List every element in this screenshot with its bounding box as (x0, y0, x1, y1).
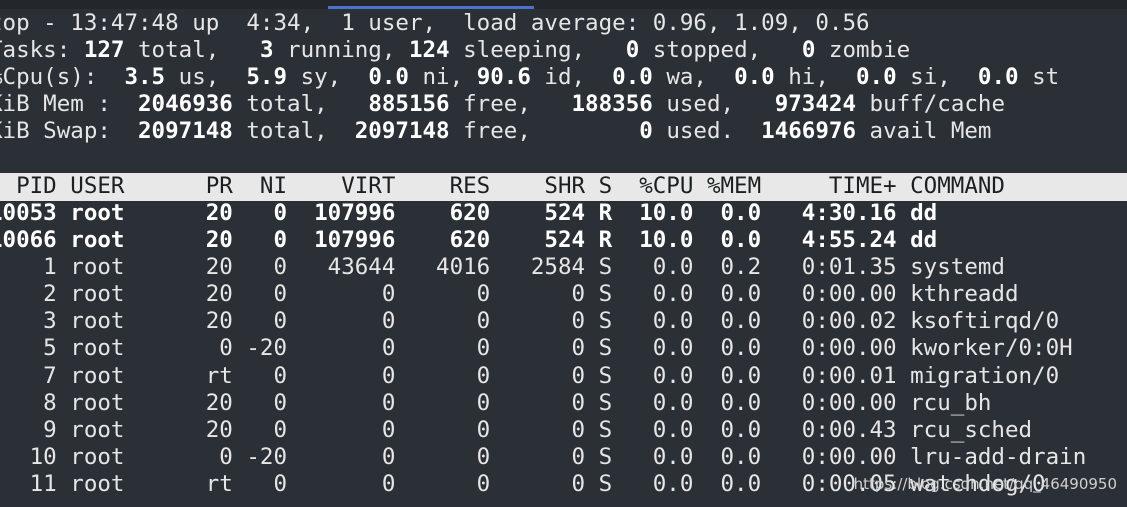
process-row[interactable]: 2 root 20 0 0 0 0 S 0.0 0.0 0:00.00 kthr… (0, 281, 1018, 308)
watermark-url: https://blog.csdn.net/qq_46490950 (853, 474, 1117, 493)
process-row[interactable]: 10 root 0 -20 0 0 0 S 0.0 0.0 0:00.00 lr… (0, 444, 1087, 471)
summary-tasks-line: Tasks: 127 total, 3 running, 124 sleepin… (0, 37, 911, 63)
clock-time: 13:47:48 (70, 10, 179, 36)
summary-swap-line: KiB Swap: 2097148 total, 2097148 free, 0… (0, 118, 992, 144)
process-row[interactable]: 1 root 20 0 43644 4016 2584 S 0.0 0.2 0:… (0, 254, 1005, 281)
terminal-top-edge (0, 0, 1127, 9)
summary-mem-line: KiB Mem : 2046936 total, 885156 free, 18… (0, 91, 1006, 117)
process-row[interactable]: 9 root 20 0 0 0 0 S 0.0 0.0 0:00.43 rcu_… (0, 417, 1032, 444)
load-average-values: 0.96, 1.09, 0.56 (652, 10, 870, 36)
summary-uptime-line: top - 13:47:48 up 4:34, 1 user, load ave… (0, 10, 870, 36)
process-row[interactable]: 7 root rt 0 0 0 0 S 0.0 0.0 0:00.01 migr… (0, 363, 1059, 390)
process-row[interactable]: 5 root 0 -20 0 0 0 S 0.0 0.0 0:00.00 kwo… (0, 335, 1073, 362)
uptime-value: 4:34 (232, 10, 301, 36)
process-table-header[interactable]: PID USER PR NI VIRT RES SHR S %CPU %MEM … (0, 173, 1005, 200)
terminal-window[interactable]: top - 13:47:48 up 4:34, 1 user, load ave… (0, 0, 1127, 507)
summary-cpu-line: %Cpu(s): 3.5 us, 5.9 sy, 0.0 ni, 90.6 id… (0, 64, 1060, 90)
active-tab-indicator (328, 6, 534, 9)
process-row[interactable]: 10053 root 20 0 107996 620 524 R 10.0 0.… (0, 200, 937, 227)
process-row[interactable]: 3 root 20 0 0 0 0 S 0.0 0.0 0:00.02 ksof… (0, 308, 1059, 335)
process-row[interactable]: 10066 root 20 0 107996 620 524 R 10.0 0.… (0, 227, 937, 254)
process-row[interactable]: 8 root 20 0 0 0 0 S 0.0 0.0 0:00.00 rcu_… (0, 390, 991, 417)
